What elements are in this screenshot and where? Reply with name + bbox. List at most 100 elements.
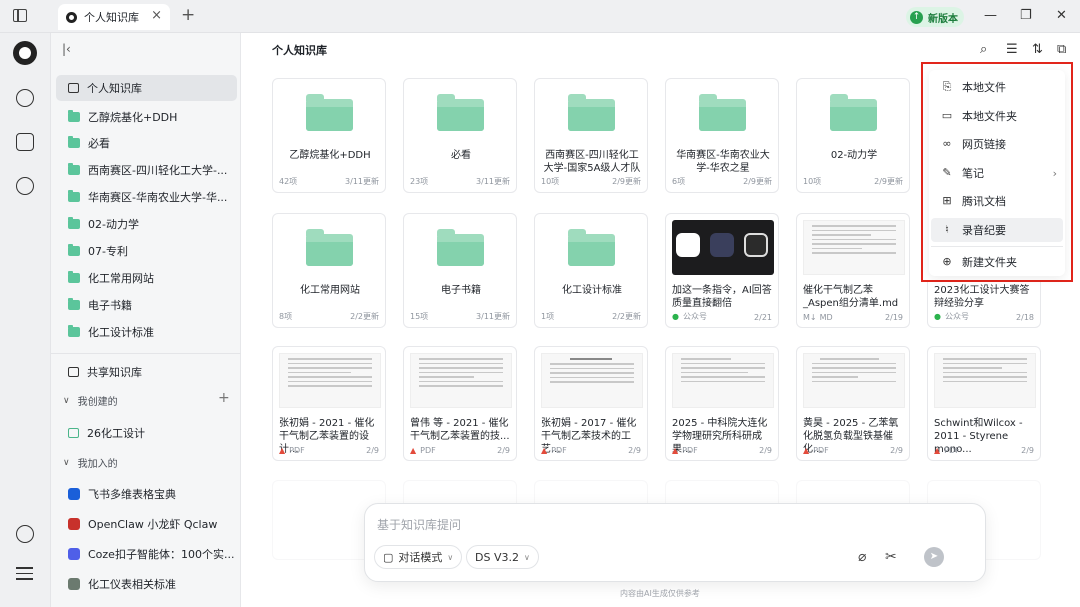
menu-item-note[interactable]: ✎ 笔记 › [931, 161, 1063, 185]
pdf-thumbnail [934, 353, 1036, 408]
kb-icon [68, 428, 79, 438]
sidebar-joined-item[interactable]: Coze扣子智能体：100个实... [56, 541, 237, 567]
menu-item-recording[interactable]: ♮ 录音纪要 [931, 218, 1063, 242]
wechat-icon: ● [934, 312, 941, 321]
folder-card[interactable]: 电子书籍 15项 3/11更新 [403, 213, 517, 328]
sidebar-folder[interactable]: 电子书籍 [56, 292, 237, 318]
sidebar-folder[interactable]: 化工常用网站 [56, 265, 237, 291]
file-card[interactable]: 催化干气制乙苯_Aspen组分清单.md M↓ MD 2/19 [796, 213, 910, 328]
folder-icon [68, 244, 80, 256]
folder-card[interactable]: 02-动力学 10项 2/9更新 [796, 78, 910, 193]
sort-icon[interactable]: ⇅ [1032, 42, 1043, 57]
send-button[interactable]: ➤ [924, 547, 944, 567]
card-meta: 6项 [672, 177, 686, 186]
bulb-icon[interactable] [16, 89, 34, 107]
card-meta: 23项 [410, 177, 429, 186]
sidebar-folder[interactable]: 乙醇烷基化+DDH [56, 104, 237, 130]
folder-card[interactable]: 西南赛区-四川轻化工大学-国家5A级人才队 10项 2/9更新 [534, 78, 648, 193]
sidebar-joined-item[interactable]: 化工仪表相关标准 [56, 571, 237, 597]
card-date: 2/9更新 [743, 177, 772, 186]
sidebar-item-26-design[interactable]: 26化工设计 [56, 420, 237, 446]
card-meta: ▲ PDF [934, 446, 960, 455]
card-meta: ▲ PDF [803, 446, 829, 455]
tab-personal-kb[interactable]: 个人知识库 × [58, 4, 170, 30]
new-version-button[interactable]: ↑ 新版本 [906, 7, 964, 27]
sidebar-folder[interactable]: 02-动力学 [56, 211, 237, 237]
pdf-card[interactable]: 张初娟 - 2021 - 催化干气制乙苯装置的设计... ▲ PDF 2/9 [272, 346, 386, 461]
model-label: DS V3.2 [475, 550, 519, 564]
tab-close-icon[interactable]: × [151, 8, 162, 23]
menu-item-new-folder[interactable]: ⊕ 新建文件夹 [931, 250, 1063, 274]
folder-card[interactable]: 华南赛区-华南农业大学-华农之星 6项 2/9更新 [665, 78, 779, 193]
maximize-icon[interactable]: ❐ [1020, 8, 1032, 23]
list-view-icon[interactable]: ☰ [1006, 42, 1018, 57]
nav-rail [0, 33, 51, 607]
card-title: 2023化工设计大赛答辩经验分享 [934, 285, 1030, 309]
card-meta: ● 公众号 [672, 311, 707, 322]
disclaimer: 内容由AI生成仅供参考 [620, 589, 700, 598]
joined-group[interactable]: ∨ 我加入的 [63, 455, 118, 471]
grok-logo-icon [744, 233, 768, 257]
folder-card[interactable]: 化工常用网站 8项 2/2更新 [272, 213, 386, 328]
folder-icon [568, 229, 615, 266]
sidebar-toggle-icon[interactable] [13, 9, 27, 22]
card-date: 2/18 [1016, 313, 1034, 322]
menu-item-web-link[interactable]: ∞ 网页链接 [931, 132, 1063, 156]
pdf-card[interactable]: 张初娟 - 2017 - 催化干气制乙苯技术的工艺... ▲ PDF 2/9 [534, 346, 648, 461]
add-icon[interactable]: + [218, 390, 230, 406]
pdf-card[interactable]: 2025 - 中科院大连化学物理研究所科研成果... ▲ PDF 2/9 [665, 346, 779, 461]
pdf-card[interactable]: Schwint和Wilcox - 2011 - Styrene mono... … [927, 346, 1041, 461]
sidebar-item-label: 26化工设计 [87, 427, 145, 440]
menu-item-local-folder[interactable]: ▭ 本地文件夹 [931, 104, 1063, 128]
attach-icon[interactable]: ⌀ [858, 549, 866, 565]
sidebar-item-shared-kb[interactable]: 共享知识库 [56, 359, 237, 385]
card-title: 化工常用网站 [300, 285, 360, 296]
menu-item-label: 腾讯文档 [962, 195, 1006, 208]
folder-card[interactable]: 化工设计标准 1项 2/2更新 [534, 213, 648, 328]
card-title: 催化干气制乙苯_Aspen组分清单.md [803, 285, 899, 309]
menu-item-local-file[interactable]: ⎘ 本地文件 [931, 75, 1063, 99]
avatar[interactable] [13, 41, 37, 65]
wechat-icon: ● [672, 312, 679, 321]
folder-card[interactable]: 乙醇烷基化+DDH 42项 3/11更新 [272, 78, 386, 193]
folder-icon [830, 94, 877, 131]
article-card[interactable]: 加这一条指令，AI回答质量直接翻倍 ● 公众号 2/21 [665, 213, 779, 328]
scissors-icon[interactable]: ✂ [885, 549, 897, 565]
update-icon: ↑ [910, 10, 923, 24]
sidebar-item-label: 个人知识库 [87, 82, 142, 95]
sidebar-joined-item[interactable]: OpenClaw 小龙虾 Qclaw [56, 511, 237, 537]
sidebar-folder[interactable]: 华南赛区-华南农业大学-华... [56, 184, 237, 210]
sidebar-folder[interactable]: 化工设计标准 [56, 319, 237, 345]
folder-icon [699, 94, 746, 131]
card-meta-label: PDF [551, 446, 567, 455]
chat-input[interactable]: 基于知识库提问 [377, 516, 461, 533]
minimize-icon[interactable]: — [984, 8, 997, 23]
sidebar-item-personal-kb[interactable]: 个人知识库 [56, 75, 237, 101]
sidebar-folder[interactable]: 必看 [56, 130, 237, 156]
microphone-icon: ♮ [945, 223, 949, 236]
sidebar-folder[interactable]: 西南赛区-四川轻化工大学-... [56, 157, 237, 183]
pdf-card[interactable]: 曾伟 等 - 2021 - 催化干气制乙苯装置的技... ▲ PDF 2/9 [403, 346, 517, 461]
mode-select[interactable]: ▢ 对话模式 ∨ [374, 545, 463, 569]
upload-icon[interactable]: ⧉ [1057, 42, 1066, 57]
sidebar-folder[interactable]: 07-专利 [56, 238, 237, 264]
model-select[interactable]: DS V3.2 ∨ [466, 545, 539, 569]
menu-item-tencent-docs[interactable]: ⊞ 腾讯文档 [931, 189, 1063, 213]
close-window-icon[interactable]: ✕ [1056, 8, 1067, 23]
search-icon[interactable]: ⌕ [980, 42, 987, 57]
collapse-sidebar-icon[interactable]: |‹ [62, 42, 71, 56]
sidebar-item-label: 华南赛区-华南农业大学-华... [88, 191, 228, 204]
chat-input-box[interactable]: 基于知识库提问 ▢ 对话模式 ∨ DS V3.2 ∨ ⌀ ✂ ➤ [364, 503, 986, 582]
folder-card[interactable]: 必看 23项 3/11更新 [403, 78, 517, 193]
sidebar-item-label: 必看 [88, 137, 110, 150]
card-meta: 10项 [541, 177, 560, 186]
pdf-card[interactable]: 黄昊 - 2025 - 乙苯氧化脱氢负载型铁基催化... ▲ PDF 2/9 [796, 346, 910, 461]
sidebar-joined-item[interactable]: 飞书多维表格宝典 [56, 481, 237, 507]
compass-icon[interactable] [16, 177, 34, 195]
edit-icon[interactable] [16, 133, 34, 151]
history-icon[interactable] [16, 525, 34, 543]
created-by-me-group[interactable]: ∨ 我创建的 [63, 393, 118, 409]
new-tab-icon[interactable]: + [181, 5, 195, 25]
menu-icon[interactable] [16, 567, 33, 584]
card-date: 2/9更新 [874, 177, 903, 186]
